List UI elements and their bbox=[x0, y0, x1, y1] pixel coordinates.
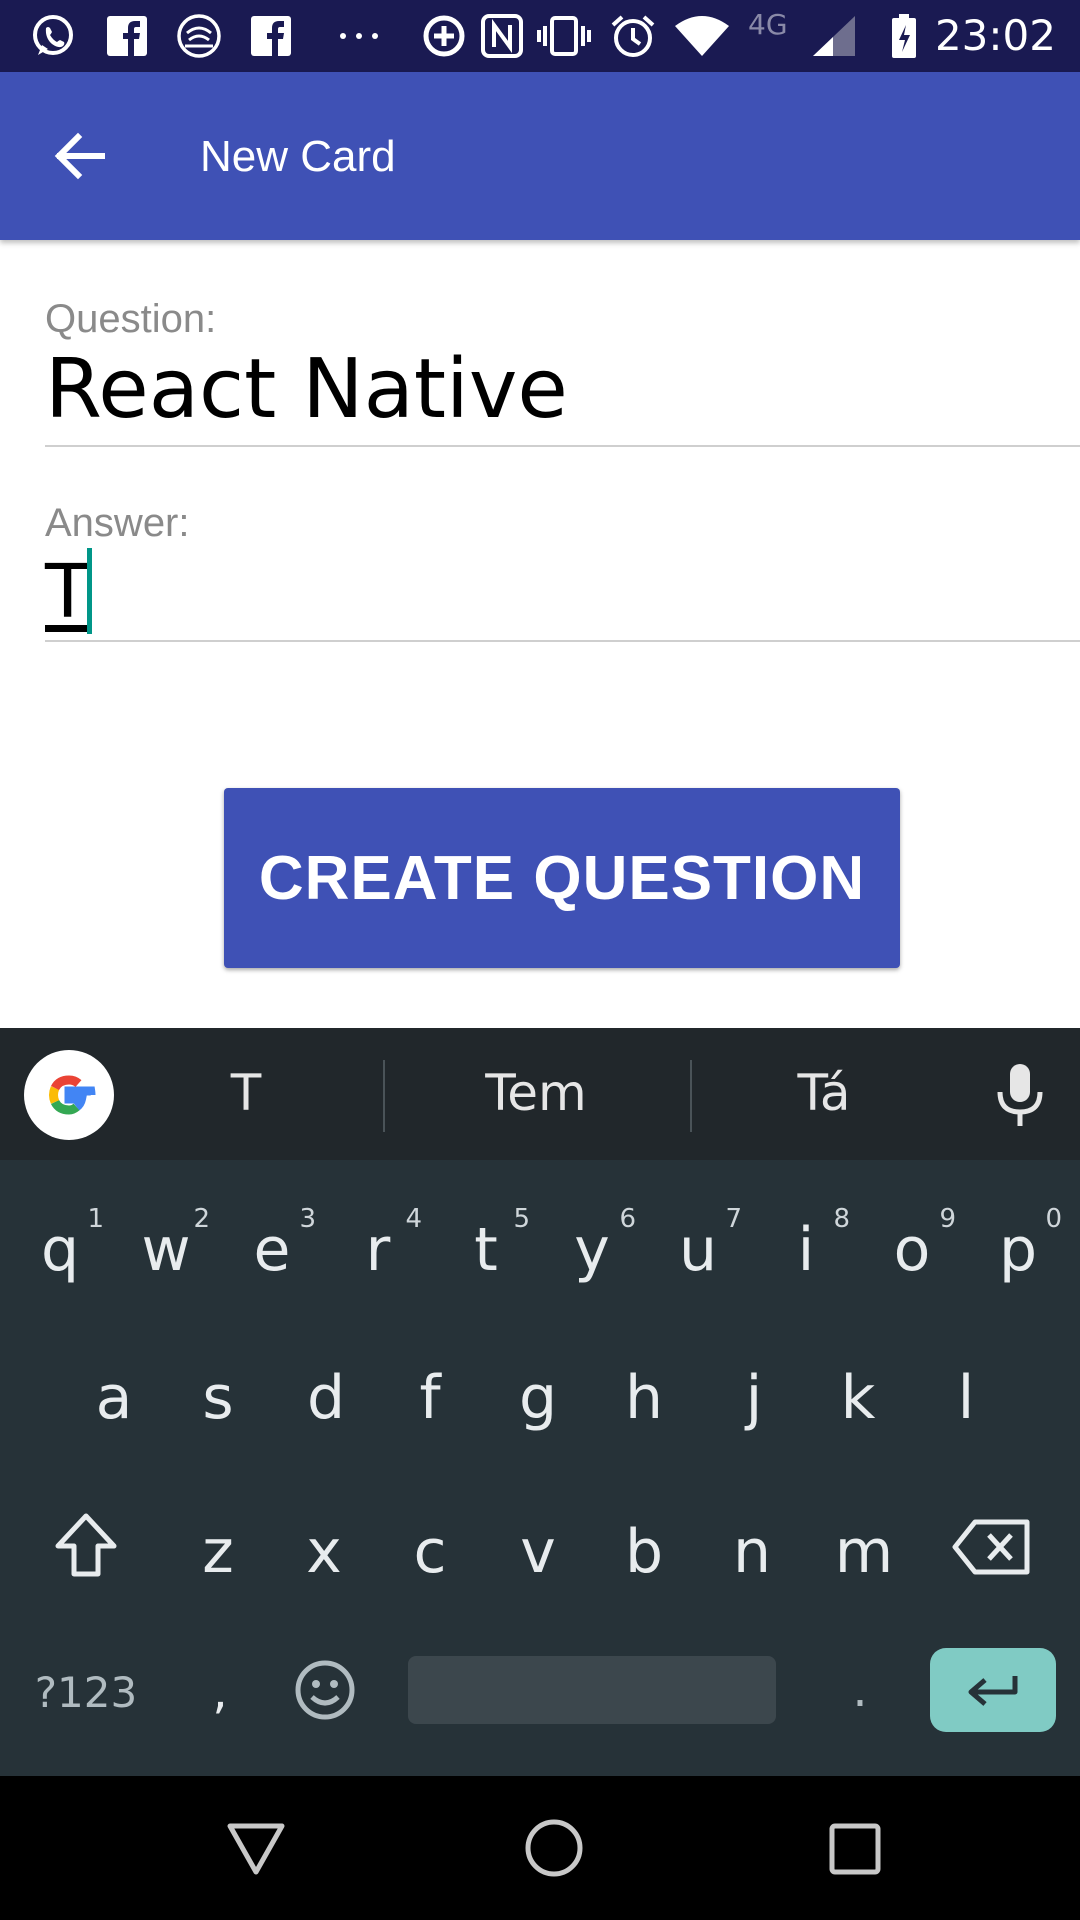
signal-icon bbox=[810, 14, 858, 58]
home-circle-icon[interactable] bbox=[524, 1818, 584, 1883]
suggestion-1[interactable]: T bbox=[146, 1064, 346, 1122]
key-n[interactable]: n bbox=[712, 1522, 792, 1582]
alarm-icon bbox=[608, 14, 658, 58]
key-u[interactable]: u7 bbox=[658, 1204, 742, 1280]
nfc-icon bbox=[478, 14, 526, 58]
clock-time: 23:02 bbox=[934, 11, 1056, 60]
key-m[interactable]: m bbox=[818, 1522, 910, 1582]
key-s[interactable]: s bbox=[178, 1368, 258, 1428]
shift-key[interactable] bbox=[46, 1510, 126, 1590]
key-b[interactable]: b bbox=[604, 1522, 684, 1582]
answer-input[interactable]: T bbox=[45, 548, 1080, 638]
question-label: Question: bbox=[45, 297, 217, 341]
answer-label: Answer: bbox=[45, 501, 190, 545]
microphone-icon[interactable] bbox=[990, 1060, 1050, 1132]
suggestion-strip: T Tem Tá bbox=[0, 1028, 1080, 1160]
network-type-label: 4G bbox=[748, 8, 788, 41]
suggestion-3[interactable]: Tá bbox=[724, 1064, 924, 1122]
arrow-back-icon[interactable] bbox=[48, 124, 112, 188]
suggestion-divider bbox=[690, 1060, 692, 1132]
vibrate-icon bbox=[536, 14, 592, 58]
key-f[interactable]: f bbox=[390, 1368, 470, 1428]
text-cursor bbox=[87, 548, 92, 634]
shift-arrow-icon bbox=[55, 1513, 117, 1577]
emoji-smile-icon bbox=[295, 1660, 355, 1720]
key-l[interactable]: l bbox=[926, 1368, 1006, 1428]
suggestion-divider bbox=[383, 1060, 385, 1132]
app-bar: New Card bbox=[0, 72, 1080, 240]
key-i[interactable]: i8 bbox=[766, 1204, 850, 1280]
navigation-bar bbox=[0, 1776, 1080, 1920]
key-k[interactable]: k bbox=[818, 1368, 898, 1428]
key-d[interactable]: d bbox=[286, 1368, 366, 1428]
whatsapp-icon bbox=[28, 14, 78, 58]
key-o[interactable]: o9 bbox=[872, 1204, 956, 1280]
facebook-icon bbox=[104, 14, 150, 58]
facebook-icon bbox=[248, 14, 294, 58]
key-v[interactable]: v bbox=[498, 1522, 578, 1582]
key-g[interactable]: g bbox=[498, 1368, 578, 1428]
backspace-key[interactable] bbox=[950, 1516, 1034, 1586]
comma-key[interactable]: , bbox=[200, 1662, 240, 1722]
key-a[interactable]: a bbox=[74, 1368, 154, 1428]
key-e[interactable]: e3 bbox=[232, 1204, 316, 1280]
key-q[interactable]: q1 bbox=[20, 1204, 104, 1280]
create-question-button[interactable]: CREATE QUESTION bbox=[224, 788, 900, 968]
answer-text: T bbox=[45, 549, 91, 635]
emoji-key[interactable] bbox=[290, 1658, 360, 1728]
wifi-icon bbox=[672, 14, 732, 58]
suggestion-2[interactable]: Tem bbox=[436, 1064, 636, 1122]
page-title: New Card bbox=[200, 132, 396, 181]
question-input[interactable]: React Native bbox=[45, 345, 568, 435]
answer-underline bbox=[45, 640, 1080, 642]
key-z[interactable]: z bbox=[178, 1522, 258, 1582]
key-c[interactable]: c bbox=[390, 1522, 470, 1582]
battery-charging-icon bbox=[888, 14, 920, 58]
key-y[interactable]: y6 bbox=[552, 1204, 636, 1280]
key-j[interactable]: j bbox=[714, 1368, 794, 1428]
question-underline bbox=[45, 445, 1080, 447]
back-triangle-icon[interactable] bbox=[226, 1820, 286, 1881]
recents-square-icon[interactable] bbox=[828, 1822, 882, 1881]
key-p[interactable]: p0 bbox=[978, 1204, 1062, 1280]
google-g-icon[interactable] bbox=[24, 1050, 114, 1140]
wifi-call-icon bbox=[174, 14, 224, 58]
symbols-key[interactable]: ?123 bbox=[26, 1668, 146, 1717]
key-h[interactable]: h bbox=[604, 1368, 684, 1428]
backspace-icon bbox=[952, 1519, 1030, 1575]
key-r[interactable]: r4 bbox=[338, 1204, 422, 1280]
key-w[interactable]: w2 bbox=[126, 1204, 210, 1280]
data-saver-icon bbox=[420, 14, 468, 58]
key-t[interactable]: t5 bbox=[446, 1204, 530, 1280]
keyboard: T Tem Tá q1 w2 e3 r4 t5 y6 u7 i8 o9 p0 a… bbox=[0, 1028, 1080, 1776]
status-bar: 4G 23:02 bbox=[0, 0, 1080, 72]
period-key[interactable]: . bbox=[840, 1660, 880, 1720]
enter-return-icon bbox=[968, 1676, 1018, 1706]
more-dots-icon bbox=[336, 14, 382, 58]
space-bar[interactable] bbox=[408, 1656, 776, 1724]
key-x[interactable]: x bbox=[284, 1522, 364, 1582]
enter-key[interactable] bbox=[930, 1648, 1056, 1732]
